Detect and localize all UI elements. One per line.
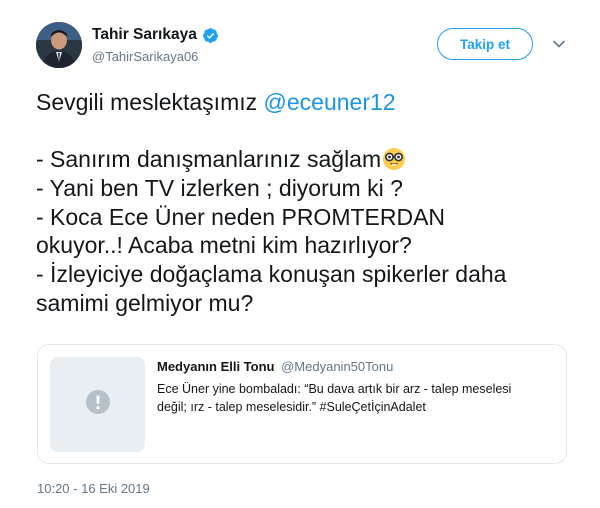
author-display-name[interactable]: Tahir Sarıkaya [92, 26, 197, 44]
quoted-text-line: değil; ırz - talep meselesidir.” #SuleÇe… [157, 400, 426, 414]
author-handle[interactable]: @TahirSarikaya06 [92, 49, 219, 64]
quoted-text-line: Ece Üner yine bombaladı: “Bu dava artık … [157, 382, 512, 396]
quoted-text: Ece Üner yine bombaladı: “Bu dava artık … [157, 380, 557, 416]
tweet-line: - İzleyiciye doğaçlama konuşan spikerler… [36, 261, 507, 288]
unavailable-media-icon [85, 389, 111, 420]
tweet-line-text: Sevgili meslektaşımız [36, 89, 264, 115]
tweet-timestamp[interactable]: 10:20 - 16 Eki 2019 [37, 481, 150, 496]
tweet-text: Sevgili meslektaşımız @eceuner12 - Sanır… [36, 88, 576, 318]
verified-badge-icon [202, 27, 219, 44]
quoted-author-handle[interactable]: @Medyanin50Tonu [281, 359, 393, 374]
tweet-line: - Koca Ece Üner neden PROMTERDAN [36, 203, 446, 230]
quoted-author-name[interactable]: Medyanın Elli Tonu [157, 359, 274, 374]
tweet-line: - Sanırım danışmanlarınız sağlam [36, 145, 576, 174]
quoted-header: Medyanın Elli Tonu @Medyanin50Tonu [157, 359, 557, 374]
tweet-card: Tahir Sarıkaya @TahirSarikaya06 Takip et… [0, 0, 600, 508]
avatar-image [36, 22, 82, 68]
avatar[interactable] [36, 22, 82, 68]
tweet-line-text: - Sanırım danışmanlarınız sağlam [36, 146, 382, 173]
tweet-line: Sevgili meslektaşımız @eceuner12 [36, 88, 576, 117]
tweet-line: okuyor..! Acaba metni kim hazırlıyor? [36, 232, 412, 259]
mention-link[interactable]: @eceuner12 [264, 89, 396, 115]
quoted-tweet[interactable]: Medyanın Elli Tonu @Medyanin50Tonu Ece Ü… [37, 344, 567, 464]
quoted-media [50, 357, 145, 452]
chevron-down-icon[interactable] [552, 37, 566, 51]
author-block: Tahir Sarıkaya @TahirSarikaya06 [92, 26, 219, 64]
follow-button[interactable]: Takip et [437, 28, 533, 60]
tweet-line: samimi gelmiyor mu? [36, 289, 254, 316]
quoted-body: Medyanın Elli Tonu @Medyanin50Tonu Ece Ü… [157, 359, 557, 416]
tweet-line: - Yani ben TV izlerken ; diyorum ki ? [36, 175, 403, 202]
nerd-face-icon [382, 147, 406, 171]
name-row: Tahir Sarıkaya [92, 26, 219, 44]
